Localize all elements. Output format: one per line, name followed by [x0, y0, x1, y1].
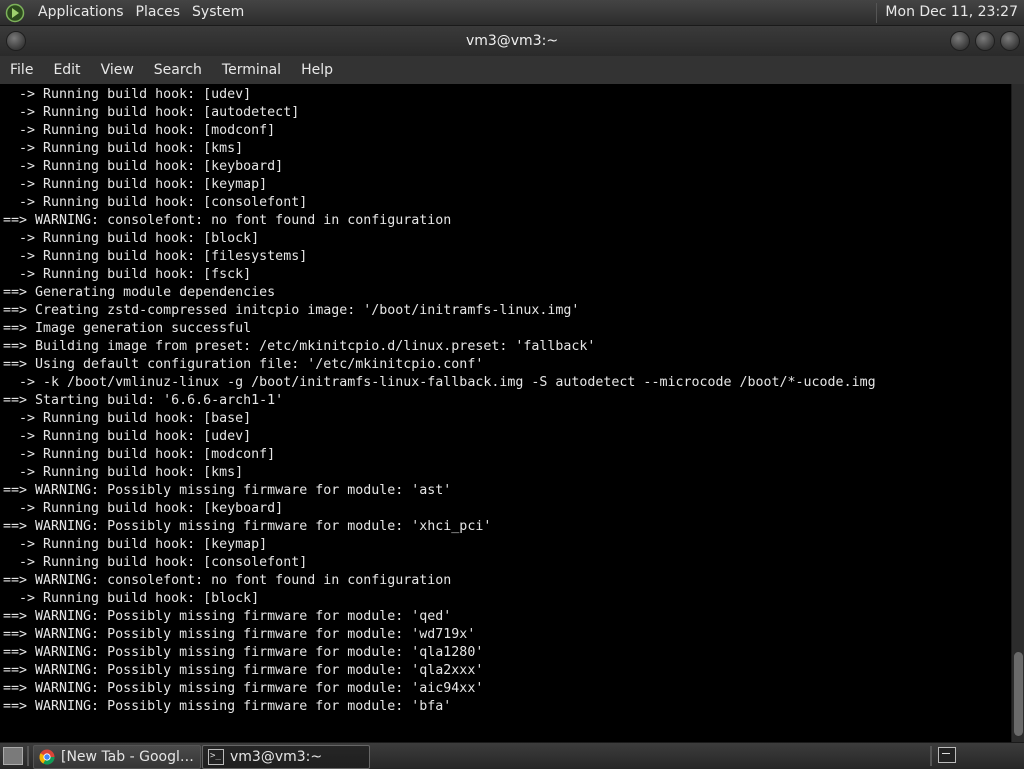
terminal-line: -> Running build hook: [modconf] — [3, 123, 276, 138]
terminal-line: ==> WARNING: Possibly missing firmware f… — [3, 645, 484, 660]
terminal-line: -> Running build hook: [consolefont] — [3, 555, 308, 570]
minimize-button[interactable] — [950, 31, 970, 51]
menubar: File Edit View Search Terminal Help — [0, 56, 1024, 85]
terminal-lines: -> Running build hook: [udev] -> Running… — [3, 86, 876, 716]
menu-search[interactable]: Search — [144, 56, 212, 84]
terminal-line: ==> WARNING: Possibly missing firmware f… — [3, 483, 452, 498]
terminal-line: -> Running build hook: [udev] — [3, 87, 252, 102]
terminal-line: ==> WARNING: Possibly missing firmware f… — [3, 663, 484, 678]
task-browser[interactable]: [New Tab - Google ... — [33, 745, 201, 769]
maximize-button[interactable] — [975, 31, 995, 51]
terminal-line: -> Running build hook: [autodetect] — [3, 105, 300, 120]
task-terminal[interactable]: >_ vm3@vm3:~ — [202, 745, 370, 769]
tray-separator — [930, 746, 932, 766]
terminal-line: ==> Using default configuration file: '/… — [3, 357, 484, 372]
terminal-line: ==> Creating zstd-compressed initcpio im… — [3, 303, 580, 318]
clock[interactable]: Mon Dec 11, 23:27 — [877, 0, 1024, 25]
close-button[interactable] — [1000, 31, 1020, 51]
terminal-line: -> -k /boot/vmlinuz-linux -g /boot/initr… — [3, 375, 876, 390]
menu-view[interactable]: View — [91, 56, 144, 84]
terminal-line: ==> Image generation successful — [3, 321, 252, 336]
window-title: vm3@vm3:~ — [465, 33, 559, 49]
terminal-output[interactable]: -> Running build hook: [udev] -> Running… — [0, 84, 1011, 742]
terminal-line: -> Running build hook: [filesystems] — [3, 249, 308, 264]
terminal-tray-icon[interactable] — [938, 747, 956, 763]
chrome-icon — [39, 749, 55, 765]
show-desktop-icon[interactable] — [3, 747, 23, 765]
menu-edit[interactable]: Edit — [43, 56, 90, 84]
terminal-line: -> Running build hook: [block] — [3, 591, 260, 606]
terminal-line: ==> WARNING: Possibly missing firmware f… — [3, 681, 484, 696]
system-menu[interactable]: System — [186, 0, 250, 25]
terminal-line: ==> Starting build: '6.6.6-arch1-1' — [3, 393, 284, 408]
terminal-line: -> Running build hook: [base] — [3, 411, 252, 426]
terminal-line: -> Running build hook: [consolefont] — [3, 195, 308, 210]
terminal-line: -> Running build hook: [modconf] — [3, 447, 276, 462]
terminal-line: -> Running build hook: [keyboard] — [3, 501, 284, 516]
terminal-line: ==> WARNING: consolefont: no font found … — [3, 213, 452, 228]
terminal-line: -> Running build hook: [block] — [3, 231, 260, 246]
taskbar-separator — [27, 746, 29, 766]
menu-terminal[interactable]: Terminal — [212, 56, 291, 84]
terminal-line: ==> WARNING: Possibly missing firmware f… — [3, 627, 476, 642]
terminal-line: -> Running build hook: [kms] — [3, 465, 244, 480]
bottom-taskbar: [New Tab - Google ... >_ vm3@vm3:~ — [0, 742, 1024, 769]
task-terminal-label: vm3@vm3:~ — [230, 749, 323, 765]
terminal-line: -> Running build hook: [kms] — [3, 141, 244, 156]
terminal-line: -> Running build hook: [udev] — [3, 429, 252, 444]
scrollbar-thumb[interactable] — [1014, 652, 1023, 736]
applications-menu[interactable]: Applications — [32, 0, 130, 25]
terminal-line: -> Running build hook: [keymap] — [3, 537, 268, 552]
terminal-line: ==> WARNING: consolefont: no font found … — [3, 573, 452, 588]
terminal-line: ==> WARNING: Possibly missing firmware f… — [3, 519, 492, 534]
terminal-line: -> Running build hook: [fsck] — [3, 267, 252, 282]
menu-file[interactable]: File — [0, 56, 43, 84]
task-browser-label: [New Tab - Google ... — [61, 749, 200, 765]
menu-help[interactable]: Help — [291, 56, 343, 84]
distro-logo-icon[interactable] — [4, 2, 26, 24]
top-panel: Applications Places System Mon Dec 11, 2… — [0, 0, 1024, 26]
terminal-line: -> Running build hook: [keymap] — [3, 177, 268, 192]
terminal-icon: >_ — [208, 749, 224, 765]
window-titlebar[interactable]: vm3@vm3:~ — [0, 26, 1024, 56]
terminal-line: ==> Building image from preset: /etc/mki… — [3, 339, 596, 354]
terminal-line: ==> WARNING: Possibly missing firmware f… — [3, 699, 452, 714]
terminal-line: ==> WARNING: Possibly missing firmware f… — [3, 609, 452, 624]
terminal-line: ==> Generating module dependencies — [3, 285, 276, 300]
places-menu[interactable]: Places — [130, 0, 187, 25]
terminal-scrollbar[interactable] — [1011, 84, 1024, 742]
terminal-line: -> Running build hook: [keyboard] — [3, 159, 284, 174]
